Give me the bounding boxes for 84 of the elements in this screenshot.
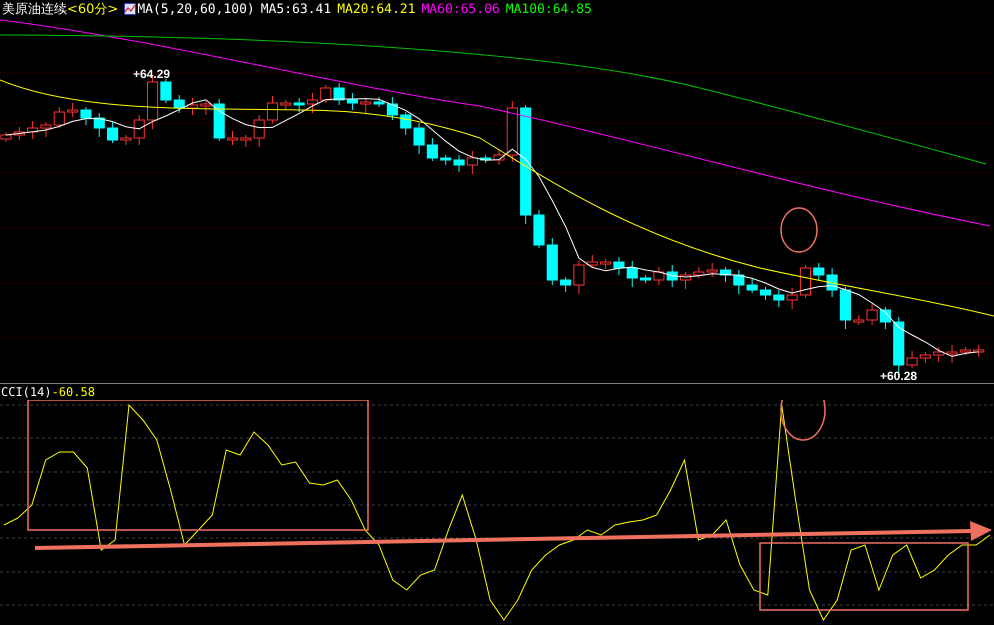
candlestick: [626, 260, 638, 288]
candlestick: [320, 84, 332, 104]
chart-icon: [124, 3, 136, 15]
candlestick: [54, 106, 65, 128]
candlestick: [720, 266, 732, 282]
candlestick: [80, 106, 92, 126]
candlestick: [586, 254, 598, 268]
candlestick: [360, 98, 372, 114]
candlestick: [466, 150, 478, 174]
candlestick: [840, 286, 851, 330]
candlestick: [706, 262, 718, 278]
candlestick: [933, 346, 944, 362]
candlestick: [640, 274, 652, 284]
moving-average-value: MA60:65.06: [421, 2, 500, 16]
candlestick: [214, 98, 225, 142]
candlestick: [746, 278, 758, 294]
candlestick: [374, 96, 385, 108]
candlestick: [613, 256, 624, 276]
candlestick: [414, 122, 425, 154]
candlestick: [160, 78, 172, 104]
candlestick: [800, 264, 812, 298]
candlestick: [386, 96, 398, 120]
candlestick: [600, 258, 612, 270]
period-label: <60分>: [67, 2, 118, 16]
candlestick: [680, 272, 692, 290]
candlestick: [786, 288, 798, 310]
candlestick: [533, 210, 545, 248]
candlestick: [400, 112, 412, 136]
candlestick: [134, 114, 145, 146]
candlestick: [200, 100, 212, 116]
candlestick: [440, 154, 452, 166]
candlestick: [346, 92, 358, 110]
candlestick: [880, 306, 891, 330]
candlestick: [294, 98, 305, 112]
candlestick: [67, 102, 78, 118]
candlestick: [306, 92, 318, 114]
candlestick: [240, 134, 252, 148]
candlestick: [546, 238, 558, 286]
candlestick: [960, 346, 971, 356]
candlestick: [506, 100, 518, 162]
candlestick: [94, 112, 105, 138]
low-price-label: +60.28: [880, 369, 918, 383]
highlight-ellipse: [780, 207, 818, 253]
candlestick: [560, 276, 572, 292]
high-price-label: +64.29: [133, 67, 170, 81]
candlestick: [760, 286, 772, 300]
candlestick: [733, 270, 744, 294]
candlestick: [453, 154, 465, 172]
candlestick: [174, 94, 185, 114]
candlestick: [813, 262, 824, 280]
candlestick: [493, 150, 505, 166]
candlestick: [334, 82, 345, 106]
candlestick: [426, 138, 438, 162]
candlestick: [14, 126, 25, 140]
instrument-title: 美原油连续: [2, 2, 67, 16]
moving-average-value: MA5:63.41: [260, 2, 332, 16]
candlestick: [0, 132, 12, 142]
candlestick: [186, 98, 198, 116]
candlestick: [653, 266, 664, 286]
candlestick: [573, 260, 584, 294]
candlestick: [120, 134, 132, 146]
candlestick: [920, 352, 931, 364]
candlestick: [693, 266, 704, 278]
moving-average-value: MA20:64.21: [337, 2, 416, 16]
candlestick: [40, 122, 52, 138]
candlestick: [254, 114, 265, 148]
candlestick: [866, 302, 878, 326]
indicator-params: MA(5,20,60,100): [137, 2, 255, 16]
indicator-name: CCI(14): [1, 386, 52, 398]
moving-average-value: MA100:64.85: [506, 2, 592, 16]
candlestick: [266, 96, 278, 124]
candlestick: [280, 100, 292, 110]
candlestick: [906, 350, 918, 368]
candlestick: [107, 120, 118, 144]
candlestick: [480, 154, 492, 164]
candlestick: [973, 344, 984, 358]
candlestick: [27, 120, 38, 140]
candlestick: [226, 130, 238, 146]
candlestick: [853, 314, 864, 326]
candlestick: [773, 290, 784, 308]
indicator-value: -60.58: [52, 386, 95, 398]
candlestick: [666, 264, 678, 288]
candlestick: [946, 344, 958, 364]
candlestick: [826, 268, 838, 298]
